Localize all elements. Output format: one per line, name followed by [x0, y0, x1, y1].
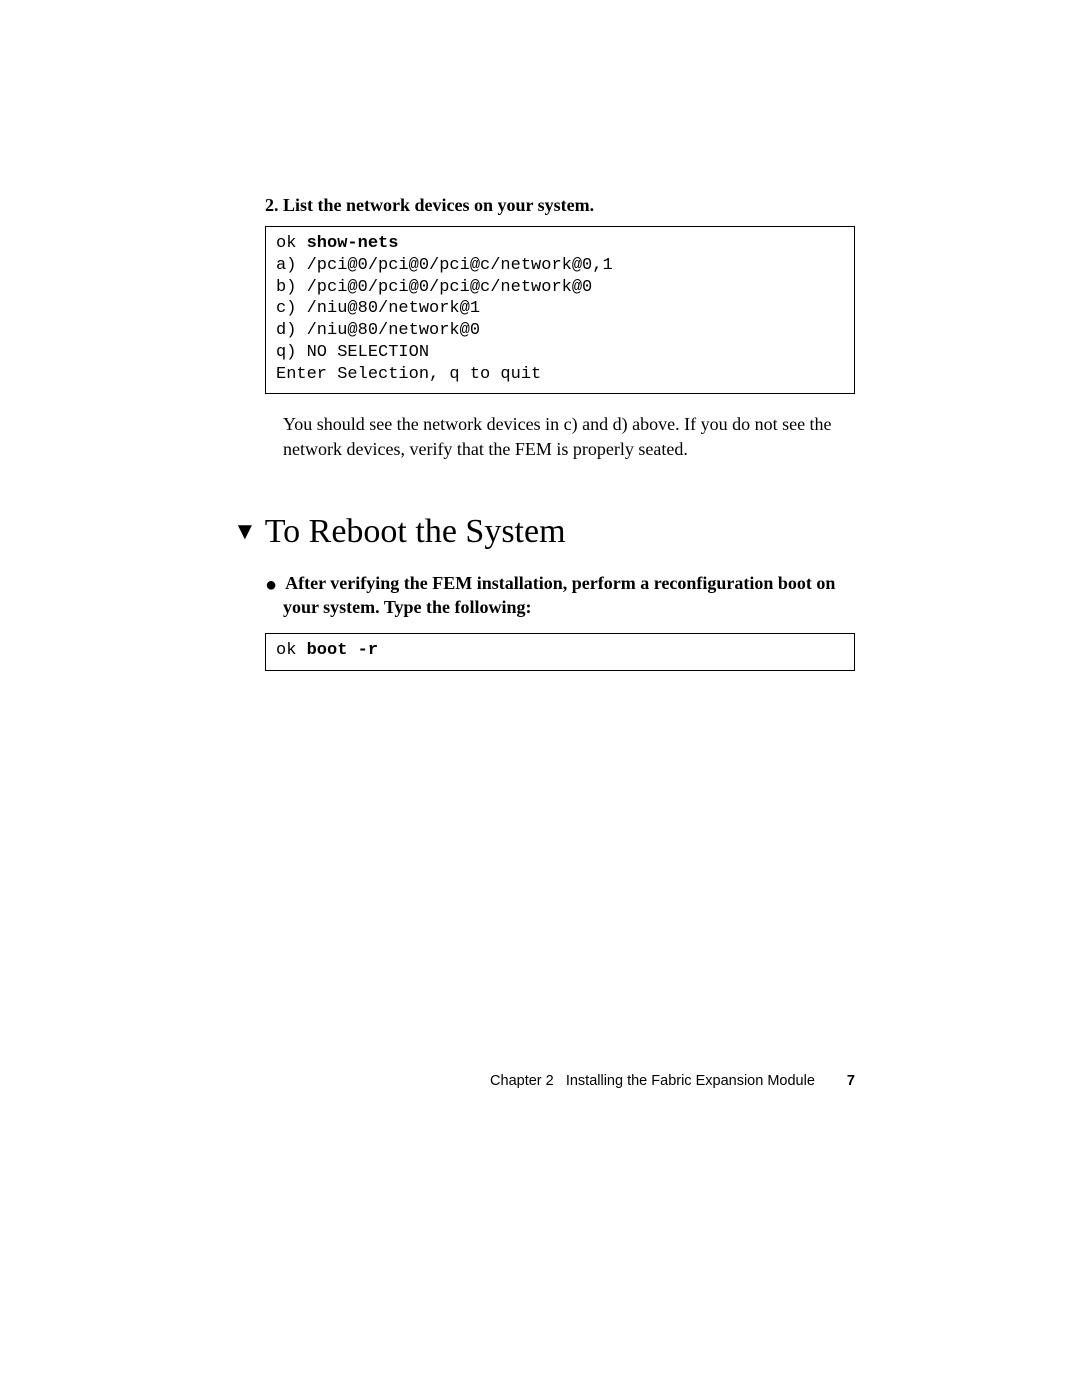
heading-text: To Reboot the System [265, 513, 566, 550]
code-command: boot -r [307, 641, 378, 660]
step-number: 2. [265, 195, 279, 215]
bullet-text: After verifying the FEM installation, pe… [283, 573, 835, 617]
code-line: c) /niu@80/network@1 [276, 299, 480, 318]
code-line: a) /pci@0/pci@0/pci@c/network@0,1 [276, 256, 613, 275]
step-2: 2. List the network devices on your syst… [265, 195, 855, 461]
code-prompt: ok [276, 641, 307, 660]
code-block-boot: ok boot -r [265, 633, 855, 671]
code-prompt: ok [276, 234, 307, 253]
page-content: 2. List the network devices on your syst… [0, 0, 1080, 671]
footer-chapter: Chapter 2 Installing the Fabric Expansio… [490, 1073, 819, 1089]
step-2-heading: 2. List the network devices on your syst… [265, 195, 855, 216]
bullet-step: ● After verifying the FEM installation, … [265, 571, 855, 620]
bullet-icon: ● [265, 574, 281, 596]
page-footer: Chapter 2 Installing the Fabric Expansio… [490, 1073, 855, 1089]
triangle-down-icon: ▼ [233, 519, 257, 546]
explanatory-paragraph: You should see the network devices in c)… [283, 412, 855, 461]
code-line: d) /niu@80/network@0 [276, 321, 480, 340]
code-line: b) /pci@0/pci@0/pci@c/network@0 [276, 278, 592, 297]
page-number: 7 [847, 1073, 855, 1089]
code-line: q) NO SELECTION [276, 343, 429, 362]
section-heading-reboot: ▼ To Reboot the System [233, 513, 855, 551]
code-line: Enter Selection, q to quit [276, 365, 541, 384]
code-command: show-nets [307, 234, 399, 253]
code-block-show-nets: ok show-nets a) /pci@0/pci@0/pci@c/netwo… [265, 226, 855, 394]
step-text: List the network devices on your system. [283, 195, 594, 215]
footer-chapter-number: Chapter 2 [490, 1073, 554, 1089]
footer-chapter-title: Installing the Fabric Expansion Module [566, 1073, 815, 1089]
